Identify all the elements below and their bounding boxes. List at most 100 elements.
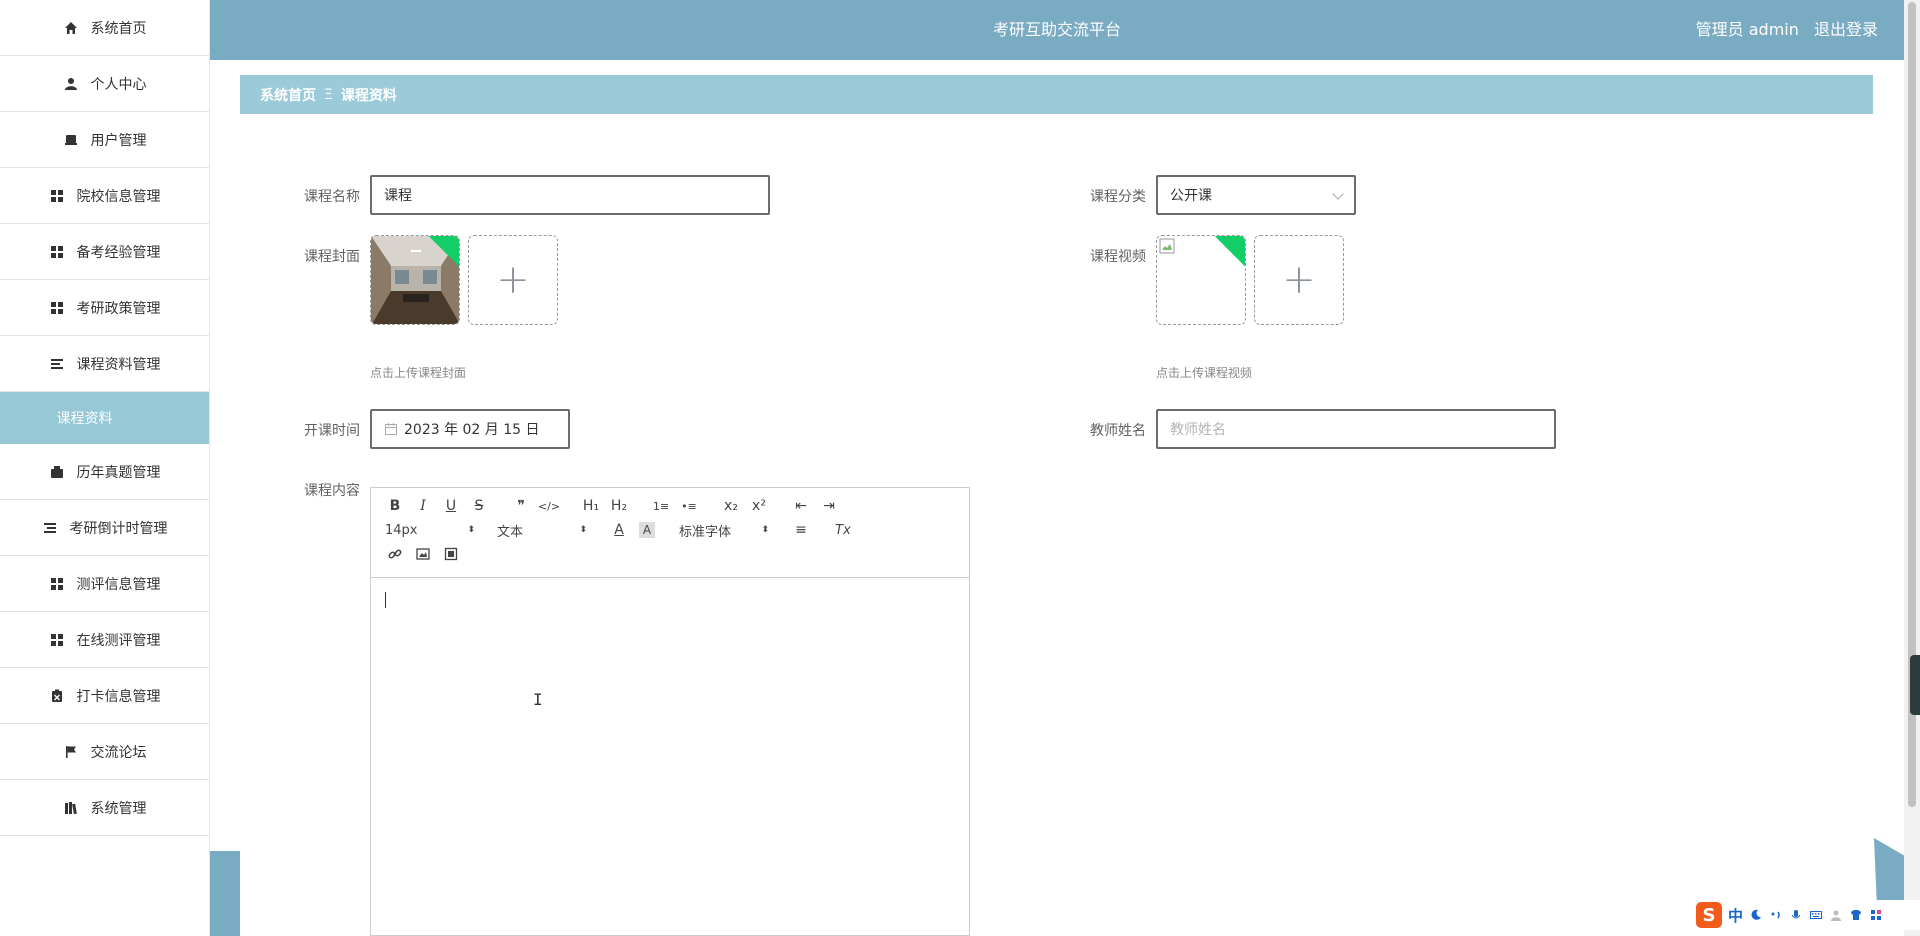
italic-button[interactable]: I — [409, 494, 437, 518]
sidebar-item-home[interactable]: 系统首页 — [0, 0, 209, 56]
blockquote-button[interactable]: ❞ — [507, 494, 535, 518]
sidebar-item-policy[interactable]: 考研政策管理 — [0, 280, 209, 336]
apps-grid-icon[interactable] — [1869, 908, 1883, 922]
sidebar-item-label: 院校信息管理 — [76, 188, 161, 205]
decorative-shape — [1874, 838, 1904, 908]
breadcrumb: 系统首页 Ξ 课程资料 — [240, 75, 1873, 114]
align-button[interactable]: ≡ — [787, 518, 815, 542]
sogou-logo-icon[interactable]: S — [1696, 902, 1722, 928]
video-upload-button[interactable]: + — [1254, 235, 1344, 325]
font-size-select[interactable]: 14px ⬍ — [381, 518, 479, 542]
sidebar-item-label: 系统管理 — [90, 800, 147, 817]
video-button[interactable] — [437, 542, 465, 566]
background-color-button[interactable]: A — [639, 522, 655, 538]
list-icon — [49, 356, 65, 372]
sidebar-item-profile[interactable]: 个人中心 — [0, 56, 209, 112]
sidebar-item-checkin[interactable]: 打卡信息管理 — [0, 668, 209, 724]
flag-icon — [63, 744, 79, 760]
font-family-value: 标准字体 — [679, 524, 732, 540]
page-scrollbar[interactable] — [1904, 0, 1920, 936]
course-category-label: 课程分类 — [1090, 189, 1146, 205]
start-time-value: 2023 年 02 月 15 日 — [404, 422, 540, 438]
strikethrough-button[interactable]: S — [465, 494, 493, 518]
sidebar-item-label: 测评信息管理 — [76, 576, 161, 593]
ordered-list-button[interactable]: 1≡ — [647, 494, 675, 518]
moon-icon[interactable] — [1749, 908, 1763, 922]
breadcrumb-home[interactable]: 系统首页 — [260, 85, 316, 105]
list-icon — [42, 520, 58, 536]
sidebar-item-label: 个人中心 — [90, 76, 147, 93]
books-icon — [63, 800, 79, 816]
image-button[interactable] — [409, 542, 437, 566]
grid-icon — [49, 300, 65, 316]
video-thumbnail[interactable] — [1156, 235, 1246, 325]
sidebar-item-label: 课程资料 — [56, 411, 113, 427]
film-icon — [444, 547, 458, 561]
bold-button[interactable]: B — [381, 494, 409, 518]
link-button[interactable] — [381, 542, 409, 566]
cover-upload-button[interactable]: + — [468, 235, 558, 325]
font-size-value: 14px — [385, 522, 418, 538]
person-icon — [63, 76, 79, 92]
ime-language-toggle[interactable]: 中 — [1728, 905, 1743, 926]
sidebar-item-online-assessment[interactable]: 在线测评管理 — [0, 612, 209, 668]
font-family-select[interactable]: 标准字体 ⬍ — [675, 518, 773, 542]
sidebar-item-label: 备考经验管理 — [76, 244, 161, 261]
logout-link[interactable]: 退出登录 — [1814, 20, 1878, 39]
skin-icon[interactable] — [1849, 908, 1863, 922]
h1-button[interactable]: H₁ — [577, 494, 605, 518]
superscript-button[interactable]: x² — [745, 494, 773, 518]
sidebar: 系统首页 个人中心 用户管理 院校信息管理 备考经验管理 考研政策管理 课程资料… — [0, 0, 210, 936]
microphone-icon[interactable] — [1789, 908, 1803, 922]
grid-icon — [49, 576, 65, 592]
sidebar-item-course-materials[interactable]: 课程资料 — [0, 392, 209, 444]
h2-button[interactable]: H₂ — [605, 494, 633, 518]
sidebar-item-past-exams[interactable]: 历年真题管理 — [0, 444, 209, 500]
sidebar-item-forum[interactable]: 交流论坛 — [0, 724, 209, 780]
wallet-icon — [49, 464, 65, 480]
code-button[interactable]: </> — [535, 494, 563, 518]
course-name-label: 课程名称 — [304, 189, 360, 205]
underline-button[interactable]: U — [437, 494, 465, 518]
font-color-button[interactable]: A — [605, 518, 633, 542]
text-style-select[interactable]: 文本 ⬍ — [493, 518, 591, 542]
ibeam-cursor-icon: I — [533, 690, 543, 709]
video-hint: 点击上传课程视频 — [1156, 366, 1253, 380]
sidebar-item-users[interactable]: 用户管理 — [0, 112, 209, 168]
course-category-value: 公开课 — [1170, 188, 1212, 204]
clear-format-button[interactable]: Tx — [829, 518, 857, 542]
sidebar-item-system[interactable]: 系统管理 — [0, 780, 209, 836]
app-title: 考研互助交流平台 — [992, 20, 1121, 39]
bullet-list-button[interactable]: •≡ — [675, 494, 703, 518]
sidebar-item-experience[interactable]: 备考经验管理 — [0, 224, 209, 280]
punctuation-icon[interactable] — [1769, 908, 1783, 922]
select-caret-icon: ⬍ — [761, 524, 769, 535]
link-icon — [388, 549, 402, 559]
cover-thumbnail[interactable] — [370, 235, 460, 325]
sidebar-item-course-management[interactable]: 课程资料管理 — [0, 336, 209, 392]
start-time-label: 开课时间 — [304, 423, 360, 439]
outdent-button[interactable]: ⇤ — [787, 494, 815, 518]
content-label: 课程内容 — [304, 483, 360, 499]
start-time-input[interactable]: 2023 年 02 月 15 日 — [370, 409, 570, 449]
side-floating-tab[interactable] — [1910, 655, 1920, 715]
sidebar-item-label: 考研倒计时管理 — [69, 520, 168, 537]
sidebar-item-label: 系统首页 — [90, 20, 147, 37]
sidebar-item-label: 课程资料管理 — [76, 356, 161, 373]
editor-content-area[interactable]: I — [371, 578, 969, 936]
keyboard-icon[interactable] — [1809, 908, 1823, 922]
teacher-name-input[interactable]: 教师姓名 — [1156, 409, 1556, 449]
indent-button[interactable]: ⇥ — [815, 494, 843, 518]
sidebar-item-assessment-info[interactable]: 测评信息管理 — [0, 556, 209, 612]
success-corner-badge — [1213, 236, 1245, 268]
sidebar-item-label: 交流论坛 — [90, 744, 147, 761]
rich-text-editor: B I U S ❞ </> H₁ H₂ 1≡ •≡ x₂ x² ⇤ ⇥ 14px… — [370, 487, 970, 936]
sidebar-item-countdown[interactable]: 考研倒计时管理 — [0, 500, 209, 556]
subscript-button[interactable]: x₂ — [717, 494, 745, 518]
course-category-select[interactable]: 公开课 — [1156, 175, 1356, 215]
course-name-input[interactable]: 课程 — [370, 175, 770, 215]
image-icon — [416, 548, 430, 560]
sidebar-item-schools[interactable]: 院校信息管理 — [0, 168, 209, 224]
grid-icon — [49, 188, 65, 204]
user-icon[interactable] — [1829, 908, 1843, 922]
